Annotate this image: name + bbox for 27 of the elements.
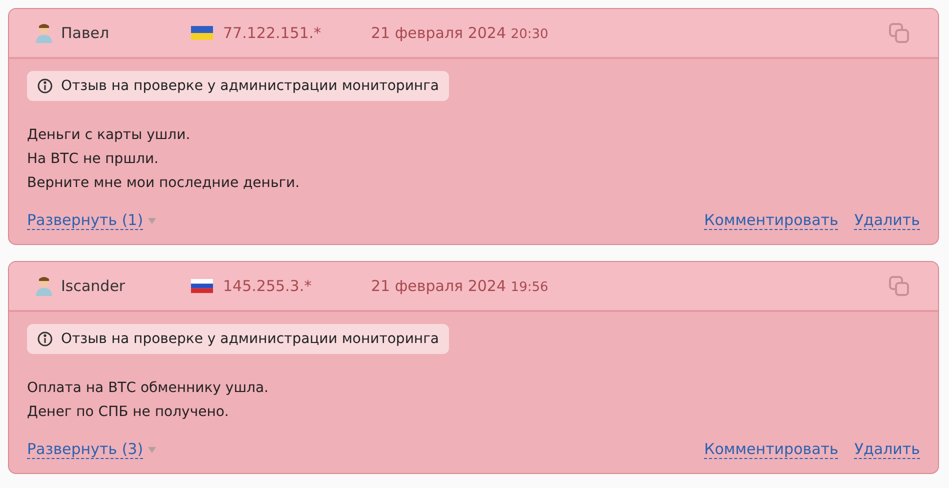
review-date: 21 февраля 2024 20:30 (371, 22, 548, 44)
ip-address: 77.122.151.* (223, 22, 322, 44)
review-text: Оплата на ВТС обменнику ушла. (27, 379, 270, 398)
caret-icon (148, 446, 156, 452)
review-text: Денег по СПБ не получено. (27, 403, 230, 422)
caret-icon (148, 218, 156, 224)
ip-address: 145.255.3.* (223, 276, 313, 297)
review-text: Деньги с карты ушли. (27, 126, 192, 145)
action-link[interactable]: Комментировать (704, 440, 838, 459)
action-link[interactable]: Комментировать (704, 211, 838, 230)
info-icon (37, 78, 53, 94)
copy-icon[interactable] (888, 275, 910, 297)
user-icon (35, 276, 53, 296)
info-icon (37, 331, 53, 347)
author-name: Павел (61, 22, 110, 44)
author-name: Iscander (61, 276, 126, 297)
user-icon (35, 23, 53, 43)
expand-link[interactable]: Развернуть (1) (27, 211, 144, 230)
notice-text: Отзыв на проверке у администрации мониторинга (61, 330, 440, 348)
review-text: Верните мне мои последние деньги. (27, 174, 301, 193)
review-text: На ВТС не пршли. (27, 150, 160, 169)
notice-text: Отзыв на проверке у администрации мониторинга (61, 76, 440, 96)
action-link[interactable]: Удалить (854, 440, 920, 459)
copy-icon[interactable] (888, 22, 910, 44)
expand-link[interactable]: Развернуть (3) (27, 440, 144, 459)
action-link[interactable]: Удалить (854, 211, 920, 230)
review-date: 21 февраля 2024 19:56 (371, 276, 548, 297)
